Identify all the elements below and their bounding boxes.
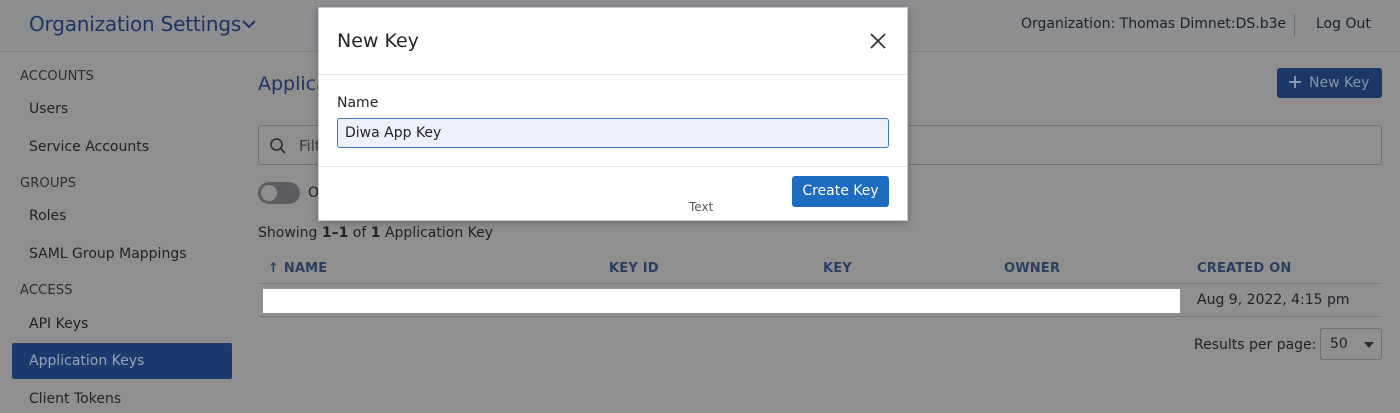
name-label: Name bbox=[337, 95, 379, 111]
redacted-block bbox=[263, 289, 1180, 313]
table-row[interactable]: Aug 9, 2022, 4:15 pm bbox=[258, 285, 1382, 317]
column-owner[interactable]: OWNER bbox=[1004, 261, 1060, 276]
name-input[interactable] bbox=[337, 118, 889, 148]
new-key-label: New Key bbox=[1309, 75, 1370, 91]
sidebar-item-roles[interactable]: Roles bbox=[12, 198, 232, 234]
plus-icon bbox=[1289, 76, 1301, 88]
sidebar-item-client-tokens[interactable]: Client Tokens bbox=[12, 381, 232, 413]
modal-title: New Key bbox=[337, 30, 419, 52]
sidebar-item-service-accounts[interactable]: Service Accounts bbox=[12, 129, 232, 165]
column-name[interactable]: ↑ NAME bbox=[268, 261, 327, 276]
close-icon[interactable] bbox=[867, 30, 889, 52]
sidebar-item-saml-group-mappings[interactable]: SAML Group Mappings bbox=[12, 236, 232, 272]
column-key[interactable]: KEY bbox=[823, 261, 852, 276]
sidebar-section-access: ACCESS bbox=[20, 283, 73, 298]
sidebar-section-accounts: ACCOUNTS bbox=[20, 69, 95, 84]
sidebar: ACCOUNTS Users Service Accounts GROUPS R… bbox=[0, 53, 240, 413]
sidebar-item-api-keys[interactable]: API Keys bbox=[12, 306, 232, 342]
keys-table: ↑ NAME KEY ID KEY OWNER CREATED ON Aug 9… bbox=[258, 252, 1382, 317]
caret-down-icon bbox=[1364, 342, 1374, 348]
annotation-text: Text bbox=[689, 200, 714, 214]
column-created-on[interactable]: CREATED ON bbox=[1197, 261, 1291, 276]
toggle-switch[interactable] bbox=[258, 182, 300, 204]
results-per-page-value: 50 bbox=[1330, 336, 1348, 352]
column-key-id[interactable]: KEY ID bbox=[609, 261, 659, 276]
chevron-down-icon[interactable] bbox=[240, 15, 258, 33]
create-key-button[interactable]: Create Key bbox=[792, 176, 889, 207]
modal-divider bbox=[319, 166, 907, 167]
search-icon bbox=[270, 138, 286, 154]
results-per-page-select[interactable]: 50 bbox=[1320, 328, 1382, 360]
results-count: Showing 1–1 of 1 Application Key bbox=[258, 225, 494, 241]
new-key-modal: New Key Name Text Create Key bbox=[318, 7, 908, 221]
modal-header: New Key bbox=[319, 8, 907, 75]
sidebar-item-application-keys[interactable]: Application Keys bbox=[12, 343, 232, 379]
organization-label: Organization: Thomas Dimnet:DS.b3e bbox=[1021, 16, 1287, 32]
sidebar-item-users[interactable]: Users bbox=[12, 91, 232, 127]
results-per-page-label: Results per page: bbox=[1194, 337, 1317, 353]
logout-link[interactable]: Log Out bbox=[1316, 16, 1371, 32]
sidebar-section-groups: GROUPS bbox=[20, 176, 77, 191]
new-key-button[interactable]: New Key bbox=[1277, 68, 1382, 98]
page-title[interactable]: Organization Settings bbox=[29, 12, 241, 36]
table-header: ↑ NAME KEY ID KEY OWNER CREATED ON bbox=[258, 252, 1382, 284]
created-on-cell: Aug 9, 2022, 4:15 pm bbox=[1197, 292, 1350, 308]
header-divider bbox=[1294, 14, 1295, 36]
